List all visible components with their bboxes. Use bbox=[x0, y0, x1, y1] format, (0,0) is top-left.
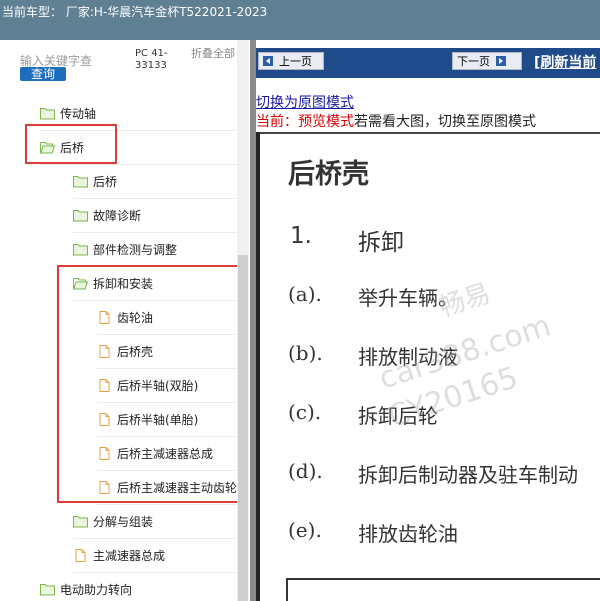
folder-icon bbox=[40, 107, 55, 120]
tree-item-label: 分解与组装 bbox=[93, 515, 154, 529]
folder-icon bbox=[73, 243, 88, 256]
document-left-border bbox=[256, 132, 260, 601]
folder-icon bbox=[73, 515, 88, 528]
sidebar: 输入关键字查 查询 PC 41-33133 折叠全部 传动轴 后桥 后桥 故障诊断 部件… bbox=[0, 40, 252, 601]
step-text: 排放齿轮油 bbox=[358, 522, 458, 546]
document-title: 后桥壳 bbox=[288, 159, 369, 190]
section-title: 拆卸 bbox=[358, 230, 404, 256]
collapse-all-button[interactable]: 折叠全部 bbox=[191, 48, 237, 60]
vehicle-model-label: 当前车型： 厂家:H-华晨汽车金杯T522021-2023 bbox=[2, 5, 268, 19]
refresh-link[interactable]: [刷新当前 bbox=[534, 52, 596, 72]
step-letter: (d). bbox=[288, 459, 323, 483]
arrow-right-icon bbox=[496, 56, 506, 66]
tree-item[interactable]: 部件检测与调整 bbox=[73, 233, 237, 267]
highlight-box-rear-axle bbox=[25, 124, 117, 164]
tree-item[interactable]: 电动助力转向 bbox=[40, 573, 237, 601]
step-letter: (e). bbox=[288, 518, 322, 542]
tree-item-label: 主减速器总成 bbox=[93, 549, 166, 563]
step-text: 拆卸后制动器及驻车制动 bbox=[358, 463, 578, 487]
switch-original-link[interactable]: 切换为原图模式 bbox=[256, 92, 354, 112]
tree-item-label: 后桥 bbox=[93, 175, 118, 189]
preview-mode-hint: 若需看大图，切换至原图模式 bbox=[354, 114, 536, 130]
query-button[interactable]: 查询 bbox=[20, 67, 66, 81]
sidebar-scrollbar-thumb[interactable] bbox=[238, 255, 248, 601]
tree-item-label: 故障诊断 bbox=[93, 209, 142, 223]
prev-page-button[interactable]: 上一页 bbox=[258, 52, 324, 70]
step-letter: (b). bbox=[288, 341, 323, 365]
preview-mode-label: 当前：预览模式 bbox=[256, 114, 354, 130]
tree-item[interactable]: 后桥 bbox=[73, 165, 237, 199]
document-top-border bbox=[256, 132, 600, 134]
tree-item[interactable]: 分解与组装 bbox=[73, 505, 237, 539]
tree-item[interactable]: 故障诊断 bbox=[73, 199, 237, 233]
document-figure bbox=[286, 578, 600, 601]
section-number: 1. bbox=[290, 223, 312, 249]
title-bar: 当前车型： 厂家:H-华晨汽车金杯T522021-2023 bbox=[0, 0, 600, 40]
document-pane: 上一页 下一页 [刷新当前 切换为原图模式 当前：预览模式若需看大图，切换至原图… bbox=[256, 40, 600, 601]
watermark-brand: 畅易 bbox=[435, 278, 495, 324]
folder-icon bbox=[73, 175, 88, 188]
preview-mode-notice: 当前：预览模式若需看大图，切换至原图模式 bbox=[256, 111, 536, 131]
highlight-box-removal bbox=[57, 265, 239, 503]
arrow-left-icon bbox=[263, 56, 273, 66]
step-letter: (c). bbox=[288, 400, 322, 424]
step-letter: (a). bbox=[288, 282, 322, 306]
prev-page-label: 上一页 bbox=[279, 55, 312, 68]
pc-code-label: PC 41-33133 bbox=[135, 48, 168, 71]
tree-item-label: 部件检测与调整 bbox=[93, 243, 178, 257]
folder-icon bbox=[73, 209, 88, 222]
folder-icon bbox=[40, 583, 55, 596]
tree-item-label: 电动助力转向 bbox=[60, 583, 133, 597]
next-page-label: 下一页 bbox=[457, 55, 490, 68]
tree-item[interactable]: 主减速器总成 bbox=[73, 539, 237, 573]
tree-item-label: 传动轴 bbox=[60, 107, 97, 121]
document-icon bbox=[73, 549, 88, 562]
next-page-button[interactable]: 下一页 bbox=[452, 52, 522, 70]
